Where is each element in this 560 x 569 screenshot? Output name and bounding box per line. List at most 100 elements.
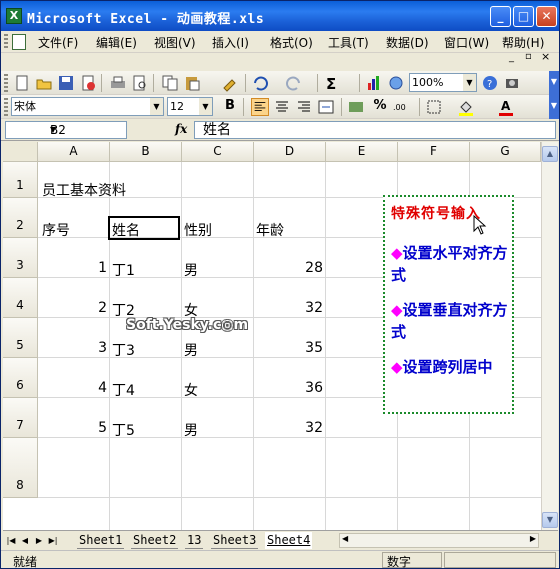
open-icon[interactable] <box>35 74 53 92</box>
cell-name[interactable]: 丁4 <box>112 380 178 400</box>
fill-color-icon[interactable] <box>457 98 475 116</box>
cell-name[interactable]: 丁1 <box>112 260 178 280</box>
toolbar-grip[interactable] <box>4 98 8 116</box>
decimal-icon[interactable]: .00 <box>393 98 415 116</box>
menu-help[interactable]: 帮助(H) <box>502 34 544 51</box>
align-left-icon[interactable] <box>251 98 269 116</box>
toolbar-grip[interactable] <box>4 74 8 92</box>
cell-gender[interactable]: 男 <box>184 260 250 280</box>
format-painter-icon[interactable] <box>221 74 239 92</box>
column-header-g[interactable]: G <box>470 142 541 162</box>
sheet-tab-sheet4[interactable]: Sheet4 <box>265 532 313 549</box>
menu-grip[interactable] <box>4 34 8 50</box>
cell-id[interactable]: 4 <box>40 380 107 396</box>
cell-b2-header-selected[interactable]: 姓名 <box>108 216 180 240</box>
cell-age[interactable]: 36 <box>256 380 323 396</box>
first-sheet-icon[interactable]: |◀ <box>5 534 17 548</box>
cell-id[interactable]: 1 <box>40 260 107 276</box>
cell-d2-header[interactable]: 年龄 <box>256 220 284 240</box>
row-header-5[interactable]: 5 <box>3 318 38 358</box>
sheet-tab-sheet3[interactable]: Sheet3 <box>211 532 259 549</box>
row-header-3[interactable]: 3 <box>3 238 38 278</box>
menu-tools[interactable]: 工具(T) <box>328 34 369 51</box>
sheet-tab-sheet2[interactable]: Sheet2 <box>131 532 179 549</box>
camera-icon[interactable] <box>503 74 521 92</box>
borders-icon[interactable] <box>425 98 443 116</box>
scroll-left-icon[interactable]: ◀ <box>342 534 348 543</box>
cell-gender[interactable]: 男 <box>184 420 250 440</box>
doc-minimize-button[interactable]: _ <box>509 52 514 63</box>
autosum-icon[interactable]: Σ <box>323 74 341 92</box>
cell-gender[interactable]: 男 <box>184 340 250 360</box>
sheet-tab-13[interactable]: 13 <box>185 532 204 549</box>
menu-file[interactable]: 文件(F) <box>38 34 78 51</box>
save-icon[interactable] <box>57 74 75 92</box>
excel-app-icon[interactable]: X <box>6 8 22 24</box>
column-header-a[interactable]: A <box>38 142 110 162</box>
chevron-down-icon[interactable]: ▼ <box>199 98 212 115</box>
scroll-right-icon[interactable]: ▶ <box>530 534 536 543</box>
cell-c2-header[interactable]: 性别 <box>184 220 212 240</box>
row-header-7[interactable]: 7 <box>3 398 38 438</box>
paste-icon[interactable] <box>183 74 201 92</box>
permission-icon[interactable] <box>79 74 97 92</box>
column-header-c[interactable]: C <box>182 142 254 162</box>
row-header-4[interactable]: 4 <box>3 278 38 318</box>
chevron-down-icon[interactable]: ▼ <box>50 122 124 138</box>
toolbar-options-icon[interactable]: ▼ <box>549 95 559 119</box>
horizontal-scrollbar[interactable]: ◀ ▶ <box>339 533 539 548</box>
formula-input[interactable]: 姓名 <box>194 121 556 139</box>
merge-center-icon[interactable] <box>317 98 335 116</box>
help-icon[interactable]: ? <box>481 74 499 92</box>
column-header-e[interactable]: E <box>326 142 398 162</box>
zoom-select[interactable]: 100% ▼ <box>409 73 477 92</box>
font-size-select[interactable]: 12 ▼ <box>167 97 213 116</box>
row-header-6[interactable]: 6 <box>3 358 38 398</box>
column-header-d[interactable]: D <box>254 142 326 162</box>
doc-close-button[interactable]: × <box>541 50 550 63</box>
cell-age[interactable]: 32 <box>256 300 323 316</box>
align-right-icon[interactable] <box>295 98 313 116</box>
drawing-icon[interactable] <box>387 74 405 92</box>
cell-name[interactable]: 丁5 <box>112 420 178 440</box>
chevron-down-icon[interactable]: ▼ <box>463 74 476 91</box>
cell-id[interactable]: 5 <box>40 420 107 436</box>
toolbar-options-icon[interactable]: ▼ <box>549 71 559 95</box>
menu-data[interactable]: 数据(D) <box>386 34 429 51</box>
font-color-icon[interactable]: A <box>497 98 515 116</box>
cell-age[interactable]: 28 <box>256 260 323 276</box>
title-bar[interactable]: X Microsoft Excel - 动画教程.xls _ □ ✕ <box>1 1 559 31</box>
redo-icon[interactable] <box>285 74 303 92</box>
undo-icon[interactable] <box>251 74 269 92</box>
cell-gender[interactable]: 女 <box>184 380 250 400</box>
font-name-select[interactable]: 宋体 ▼ <box>11 97 164 116</box>
scroll-up-icon[interactable]: ▲ <box>542 146 558 162</box>
last-sheet-icon[interactable]: ▶| <box>47 534 59 548</box>
print-icon[interactable] <box>109 74 127 92</box>
cell-a2-header[interactable]: 序号 <box>42 220 70 240</box>
cell-a1-title[interactable]: 员工基本资料 <box>42 180 126 200</box>
column-header-f[interactable]: F <box>398 142 470 162</box>
menu-format[interactable]: 格式(O) <box>270 34 313 51</box>
prev-sheet-icon[interactable]: ◀ <box>19 534 31 548</box>
select-all-corner[interactable] <box>3 142 38 162</box>
align-center-icon[interactable] <box>273 98 291 116</box>
cell-age[interactable]: 32 <box>256 420 323 436</box>
insert-function-icon[interactable]: fx <box>175 122 187 136</box>
percent-icon[interactable]: % <box>371 98 389 116</box>
vertical-scrollbar[interactable]: ▲ ▼ <box>541 142 558 530</box>
minimize-button[interactable]: _ <box>490 6 511 27</box>
sheet-tab-sheet1[interactable]: Sheet1 <box>77 532 125 549</box>
row-header-2[interactable]: 2 <box>3 198 38 238</box>
currency-icon[interactable] <box>347 98 365 116</box>
close-button[interactable]: ✕ <box>536 6 557 27</box>
row-header-1[interactable]: 1 <box>3 162 38 198</box>
menu-edit[interactable]: 编辑(E) <box>96 34 137 51</box>
cell-id[interactable]: 3 <box>40 340 107 356</box>
cell-age[interactable]: 35 <box>256 340 323 356</box>
cell-id[interactable]: 2 <box>40 300 107 316</box>
cell-name[interactable]: 丁3 <box>112 340 178 360</box>
next-sheet-icon[interactable]: ▶ <box>33 534 45 548</box>
menu-insert[interactable]: 插入(I) <box>212 34 249 51</box>
worksheet-grid[interactable]: ABCDEFG 12345678 员工基本资料 序号 姓名 性别 年龄 1 丁1 男… <box>3 142 541 530</box>
